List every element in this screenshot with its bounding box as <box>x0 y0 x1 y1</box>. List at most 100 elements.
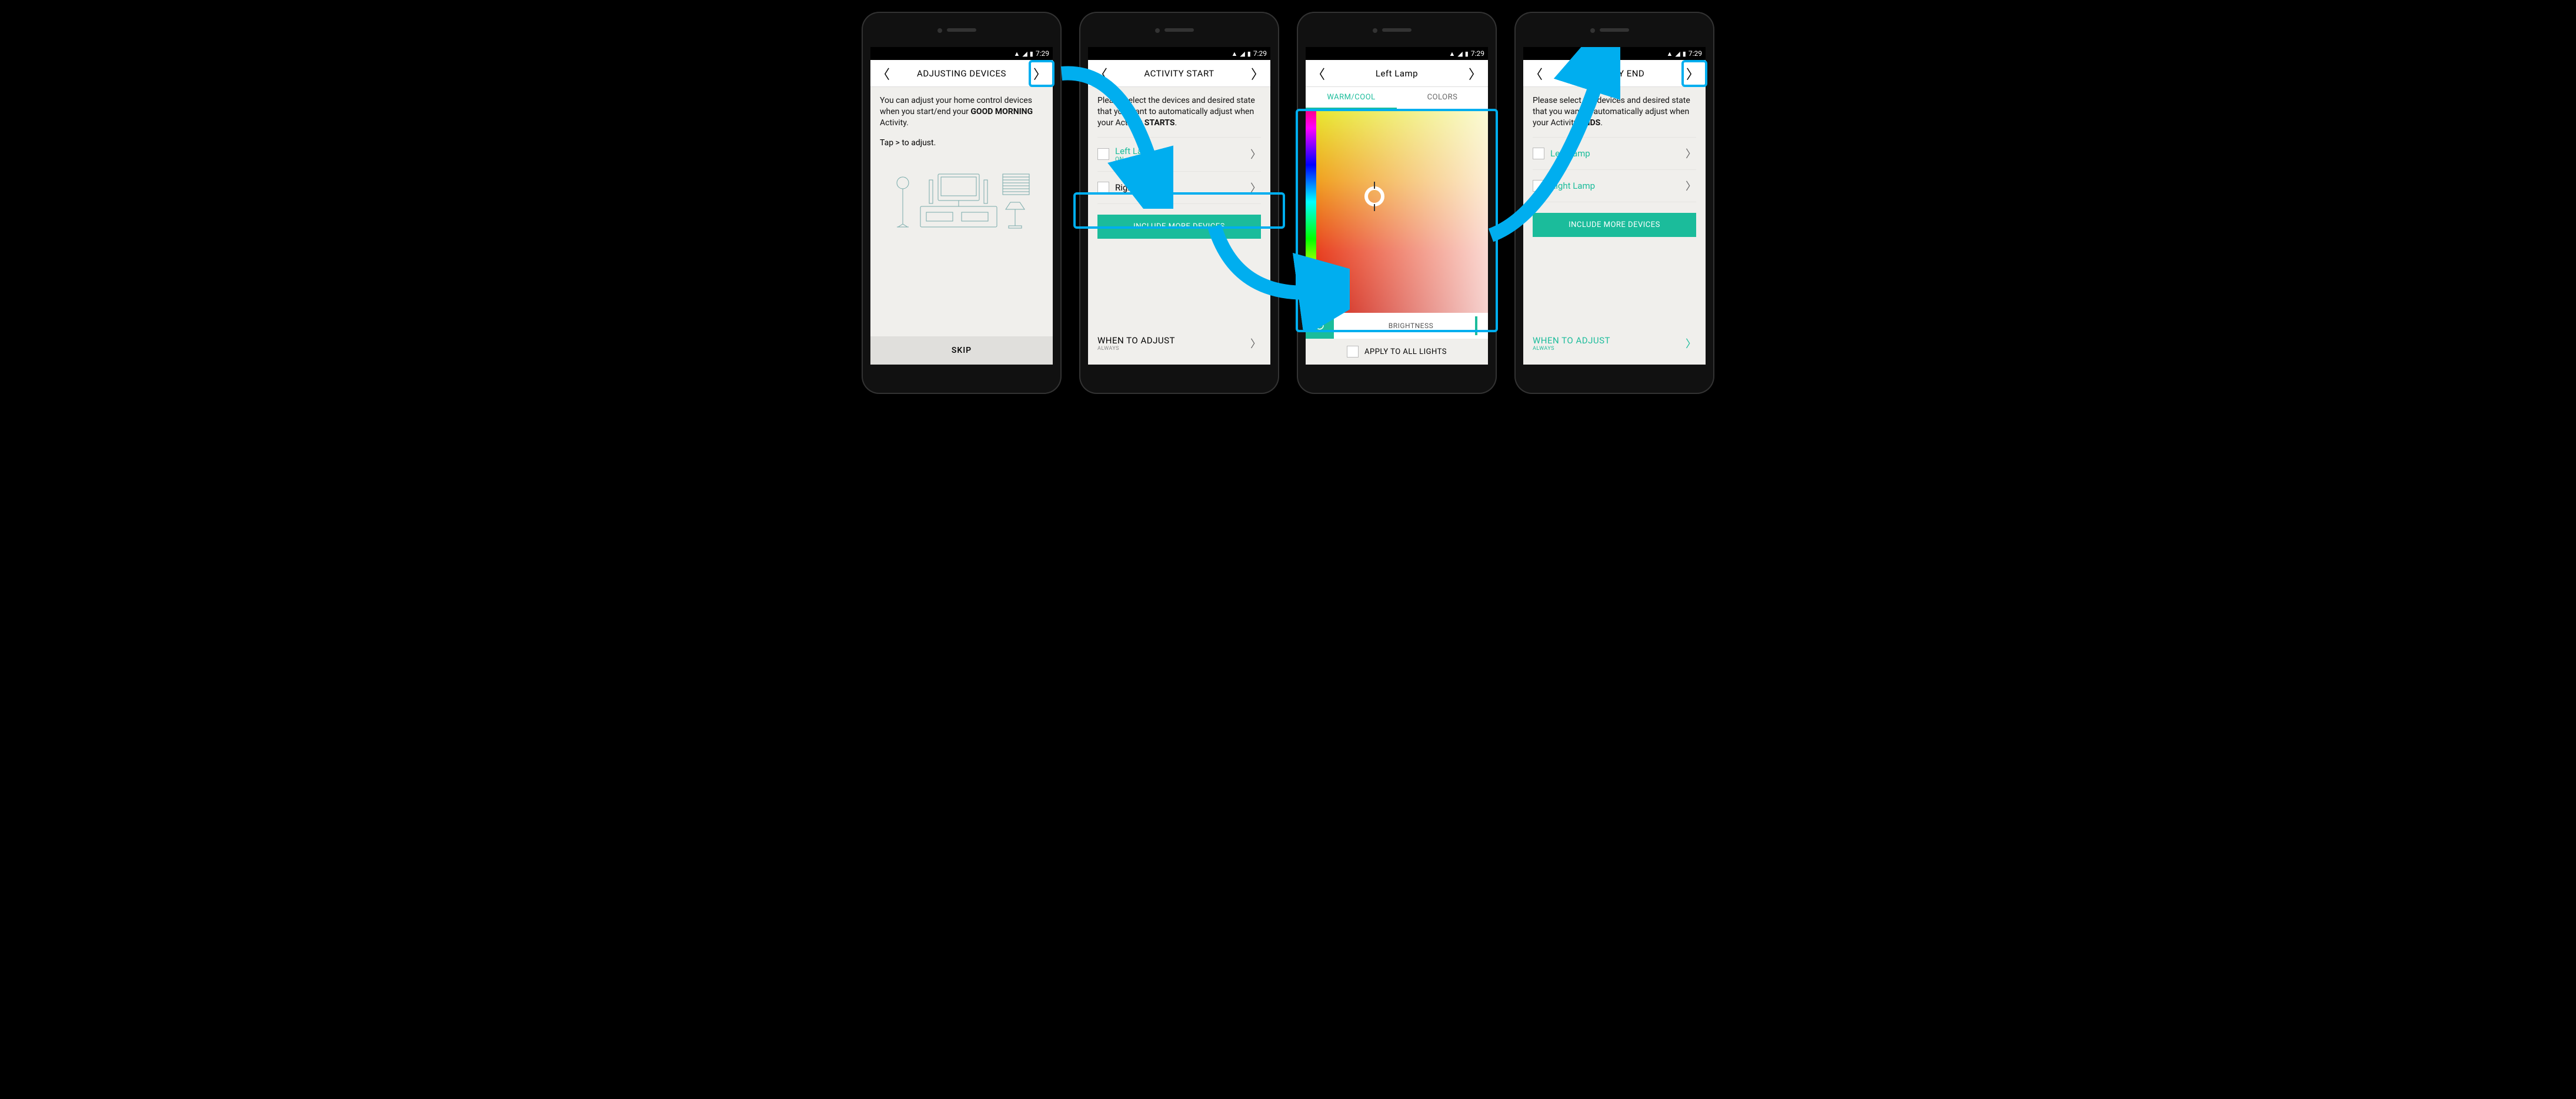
intro-bold: ENDS <box>1580 118 1600 128</box>
when-to-adjust-row[interactable]: WHEN TO ADJUST ALWAYS 〉 <box>1097 328 1261 356</box>
next-button[interactable]: 〉 <box>1467 64 1483 83</box>
screen-adjusting-devices: ▲ ◢ ▮ 7:29 〈 ADJUSTING DEVICES 〉 You can… <box>870 47 1053 365</box>
nav-header: 〈 ACTIVITY START 〉 <box>1088 60 1270 87</box>
nav-header: 〈 ADJUSTING DEVICES 〉 <box>870 60 1053 87</box>
wifi-icon: ▲ <box>1449 50 1455 58</box>
next-button[interactable]: 〉 <box>1249 64 1266 83</box>
phone-camera <box>1590 28 1595 33</box>
battery-icon: ▮ <box>1465 50 1469 58</box>
device-name: Left Lamp <box>1550 148 1680 159</box>
hue-slider[interactable] <box>1306 109 1316 313</box>
device-name: Left Lamp <box>1115 146 1244 156</box>
device-row-left-lamp[interactable]: Left Lamp 〉 <box>1533 137 1696 170</box>
status-bar: ▲ ◢ ▮ 7:29 <box>1523 47 1706 60</box>
chevron-right-icon: 〉 <box>1686 178 1696 193</box>
phone-speaker <box>1382 28 1412 32</box>
checkbox[interactable] <box>1533 180 1544 192</box>
skip-button[interactable]: SKIP <box>870 336 1053 365</box>
status-time: 7:29 <box>1253 49 1267 58</box>
status-bar: ▲ ◢ ▮ 7:29 <box>870 47 1053 60</box>
apply-all-row[interactable]: APPLY TO ALL LIGHTS <box>1306 339 1488 365</box>
signal-icon: ◢ <box>1457 50 1462 58</box>
back-button[interactable]: 〈 <box>1528 64 1544 83</box>
when-title: WHEN TO ADJUST <box>1097 335 1175 346</box>
signal-icon: ◢ <box>1240 50 1244 58</box>
checkbox[interactable] <box>1347 346 1359 358</box>
wifi-icon: ▲ <box>1666 50 1673 58</box>
color-picker[interactable] <box>1306 109 1488 313</box>
device-row-right-lamp[interactable]: Right Lamp 〉 <box>1533 170 1696 202</box>
tab-colors[interactable]: COLORS <box>1397 87 1488 109</box>
phone-speaker <box>1164 28 1194 32</box>
wifi-icon: ▲ <box>1231 50 1237 58</box>
status-time: 7:29 <box>1036 49 1049 58</box>
page-title: ACTIVITY START <box>1109 68 1249 79</box>
color-mode-tabs: WARM/COOL COLORS <box>1306 87 1488 109</box>
phone-frame: ▲ ◢ ▮ 7:29 〈 Left Lamp 〉 WARM/COOL COLOR… <box>1297 12 1497 394</box>
brightness-handle[interactable] <box>1475 316 1477 335</box>
checkbox[interactable] <box>1533 148 1544 159</box>
nav-header: 〈 ACTIVITY END 〉 <box>1523 60 1706 87</box>
power-button[interactable]: ⏻ <box>1306 313 1334 339</box>
chevron-right-icon: 〉 <box>1686 146 1696 161</box>
wifi-icon: ▲ <box>1013 50 1020 58</box>
when-to-adjust-row[interactable]: WHEN TO ADJUST ALWAYS 〉 <box>1533 328 1696 356</box>
when-subtitle: ALWAYS <box>1097 346 1175 352</box>
phone-frame: ▲ ◢ ▮ 7:29 〈 ACTIVITY END 〉 Please selec… <box>1514 12 1714 394</box>
intro-post: . <box>1600 118 1603 128</box>
next-button[interactable]: 〉 <box>1032 64 1048 83</box>
include-more-devices-button[interactable]: INCLUDE MORE DEVICES <box>1097 215 1261 239</box>
phone-camera <box>1155 28 1160 33</box>
phone-frame: ▲ ◢ ▮ 7:29 〈 ADJUSTING DEVICES 〉 You can… <box>862 12 1062 394</box>
chevron-right-icon: 〉 <box>1250 180 1261 195</box>
screen-activity-start: ▲ ◢ ▮ 7:29 〈 ACTIVITY START 〉 Please sel… <box>1088 47 1270 365</box>
signal-icon: ◢ <box>1675 50 1680 58</box>
back-button[interactable]: 〈 <box>875 64 892 83</box>
battery-icon: ▮ <box>1683 50 1686 58</box>
device-row-right-lamp[interactable]: Right Lamp 〉 <box>1097 172 1261 204</box>
device-row-left-lamp[interactable]: Left Lamp ON - 80% 〉 <box>1097 137 1261 172</box>
next-button[interactable]: 〉 <box>1684 64 1701 83</box>
brightness-label: BRIGHTNESS <box>1389 322 1434 330</box>
phone-frame: ▲ ◢ ▮ 7:29 〈 ACTIVITY START 〉 Please sel… <box>1079 12 1279 394</box>
brightness-slider[interactable]: BRIGHTNESS <box>1334 313 1488 339</box>
living-room-illustration <box>880 165 1043 236</box>
battery-icon: ▮ <box>1247 50 1251 58</box>
nav-header: 〈 Left Lamp 〉 <box>1306 60 1488 87</box>
intro-post: Activity. <box>880 118 909 128</box>
device-name: Right Lamp <box>1115 182 1244 193</box>
intro-post: . <box>1174 118 1177 128</box>
tab-warm-cool[interactable]: WARM/COOL <box>1306 87 1397 109</box>
phone-camera <box>937 28 942 33</box>
back-button[interactable]: 〈 <box>1093 64 1109 83</box>
intro-bold: GOOD MORNING <box>970 107 1033 116</box>
phone-camera <box>1373 28 1377 33</box>
screen-activity-end: ▲ ◢ ▮ 7:29 〈 ACTIVITY END 〉 Please selec… <box>1523 47 1706 365</box>
intro-text: Please select the devices and desired st… <box>1097 95 1261 129</box>
chevron-right-icon: 〉 <box>1250 336 1261 351</box>
screen-left-lamp-color: ▲ ◢ ▮ 7:29 〈 Left Lamp 〉 WARM/COOL COLOR… <box>1306 47 1488 365</box>
device-status: ON - 80% <box>1115 156 1244 163</box>
intro-text: You can adjust your home control devices… <box>880 95 1043 129</box>
back-button[interactable]: 〈 <box>1310 64 1327 83</box>
intro-text: Please select the devices and desired st… <box>1533 95 1696 129</box>
page-title: Left Lamp <box>1327 68 1467 79</box>
include-more-devices-button[interactable]: INCLUDE MORE DEVICES <box>1533 213 1696 237</box>
apply-all-label: APPLY TO ALL LIGHTS <box>1364 348 1447 356</box>
status-time: 7:29 <box>1471 49 1484 58</box>
checkbox[interactable] <box>1097 182 1109 193</box>
battery-icon: ▮ <box>1030 50 1033 58</box>
phone-speaker <box>1600 28 1629 32</box>
saturation-area[interactable] <box>1316 109 1488 313</box>
phone-speaker <box>947 28 976 32</box>
signal-icon: ◢ <box>1022 50 1027 58</box>
device-name: Right Lamp <box>1550 181 1680 191</box>
chevron-right-icon: 〉 <box>1250 146 1261 162</box>
page-title: ADJUSTING DEVICES <box>892 68 1032 79</box>
hint-text: Tap > to adjust. <box>880 138 1043 148</box>
status-time: 7:29 <box>1689 49 1702 58</box>
intro-bold: STARTS <box>1144 118 1175 128</box>
intro-pre: Please select the devices and desired st… <box>1533 96 1690 128</box>
checkbox[interactable] <box>1097 148 1109 160</box>
color-cursor-icon[interactable] <box>1364 186 1384 206</box>
